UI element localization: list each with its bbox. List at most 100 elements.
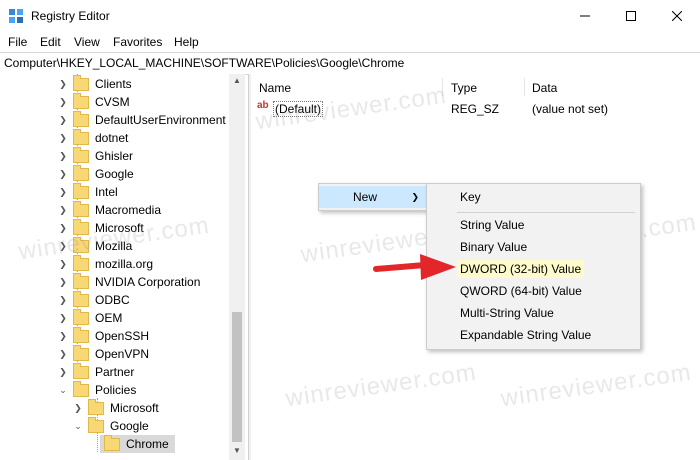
column-header-type[interactable]: Type <box>451 81 477 95</box>
tree-item-defaultuserenvironment[interactable]: ❯ DefaultUserEnvironment <box>57 110 226 129</box>
chevron-right-icon[interactable]: ❯ <box>57 363 69 381</box>
tree-item-label: Ghisler <box>95 149 134 163</box>
chevron-right-icon[interactable]: ❯ <box>57 309 69 327</box>
submenu-item-string-value[interactable]: String Value <box>427 214 640 236</box>
folder-icon <box>73 380 89 397</box>
chevron-right-icon[interactable]: ❯ <box>57 147 69 165</box>
tree-item-label: dotnet <box>95 131 129 145</box>
tree-item-policies-google[interactable]: ⌄ Google <box>72 416 149 435</box>
address-bar[interactable]: Computer\HKEY_LOCAL_MACHINE\SOFTWARE\Pol… <box>0 52 700 75</box>
submenu-item-label: Key <box>460 190 481 204</box>
tree-item-chrome[interactable]: Chrome <box>100 434 175 453</box>
submenu-item-label: QWORD (64-bit) Value <box>460 284 582 298</box>
tree-item-partner[interactable]: ❯ Partner <box>57 362 135 381</box>
tree-item-label: ODBC <box>95 293 130 307</box>
folder-icon <box>104 434 120 451</box>
tree-item-label: Google <box>110 419 149 433</box>
folder-icon <box>73 92 89 109</box>
folder-icon <box>73 344 89 361</box>
tree-item-label: CVSM <box>95 95 130 109</box>
key-tree: ❯ Clients ❯ CVSM ❯ DefaultUserEnvironment ❯… <box>0 74 245 460</box>
menu-favorites[interactable]: Favorites <box>113 35 162 49</box>
folder-icon <box>73 308 89 325</box>
tree-item-label: Clients <box>95 77 132 91</box>
title-bar: Registry Editor <box>0 0 700 32</box>
menu-bar: File Edit View Favorites Help <box>0 32 700 52</box>
menu-item-new[interactable]: New ❯ <box>319 186 427 208</box>
menu-file[interactable]: File <box>8 35 27 49</box>
tree-item-google[interactable]: ❯ Google <box>57 164 134 183</box>
column-header-data[interactable]: Data <box>532 81 557 95</box>
tree-item-cvsm[interactable]: ❯ CVSM <box>57 92 130 111</box>
tree-item-macromedia[interactable]: ❯ Macromedia <box>57 200 162 219</box>
tree-item-label: OpenVPN <box>95 347 150 361</box>
chevron-right-icon[interactable]: ❯ <box>57 183 69 201</box>
chevron-down-icon[interactable]: ⌄ <box>57 381 69 399</box>
maximize-button[interactable] <box>608 0 654 32</box>
chevron-right-icon[interactable]: ❯ <box>57 129 69 147</box>
submenu-item-key[interactable]: Key <box>427 186 640 208</box>
tree-item-label: OEM <box>95 311 123 325</box>
tree-item-label: Partner <box>95 365 135 379</box>
chevron-right-icon[interactable]: ❯ <box>57 327 69 345</box>
tree-item-label: Macromedia <box>95 203 162 217</box>
tree-item-openvpn[interactable]: ❯ OpenVPN <box>57 344 150 363</box>
menu-view[interactable]: View <box>74 35 100 49</box>
chevron-right-icon[interactable]: ❯ <box>57 75 69 93</box>
tree-item-nvidia[interactable]: ❯ NVIDIA Corporation <box>57 272 200 291</box>
tree-item-label: mozilla.org <box>95 257 154 271</box>
tree-item-label: OpenSSH <box>95 329 150 343</box>
scroll-up-icon[interactable]: ▲ <box>233 76 241 85</box>
window-title: Registry Editor <box>31 9 110 23</box>
tree-item-ghisler[interactable]: ❯ Ghisler <box>57 146 134 165</box>
folder-icon <box>73 200 89 217</box>
tree-item-policies[interactable]: ⌄ Policies <box>57 380 137 399</box>
tree-item-policies-microsoft[interactable]: ❯ Microsoft <box>72 398 159 417</box>
chevron-right-icon[interactable]: ❯ <box>57 165 69 183</box>
chevron-right-icon[interactable]: ❯ <box>57 345 69 363</box>
submenu-item-label: DWORD (32-bit) Value <box>457 260 585 278</box>
column-header-name[interactable]: Name <box>259 81 291 95</box>
column-divider[interactable] <box>524 78 525 96</box>
tree-item-openssh[interactable]: ❯ OpenSSH <box>57 326 150 345</box>
menu-separator <box>457 212 635 213</box>
address-path: Computer\HKEY_LOCAL_MACHINE\SOFTWARE\Pol… <box>4 56 405 70</box>
menu-edit[interactable]: Edit <box>40 35 61 49</box>
close-button[interactable] <box>654 0 700 32</box>
submenu-item-label: String Value <box>460 218 525 232</box>
folder-icon <box>73 254 89 271</box>
submenu-item-label: Multi-String Value <box>460 306 554 320</box>
chevron-right-icon[interactable]: ❯ <box>57 201 69 219</box>
tree-item-label: DefaultUserEnvironment <box>95 113 226 127</box>
folder-icon <box>73 182 89 199</box>
tree-item-intel[interactable]: ❯ Intel <box>57 182 118 201</box>
submenu-item-multi-string-value[interactable]: Multi-String Value <box>427 302 640 324</box>
chevron-right-icon[interactable]: ❯ <box>72 399 84 417</box>
tree-item-clients[interactable]: ❯ Clients <box>57 74 132 93</box>
menu-item-label: New <box>353 190 378 204</box>
tree-scrollbar[interactable]: ▲ ▼ <box>229 74 245 460</box>
submenu-item-label: Expandable String Value <box>460 328 592 342</box>
tree-item-oem[interactable]: ❯ OEM <box>57 308 123 327</box>
folder-icon <box>73 326 89 343</box>
chevron-right-icon[interactable]: ❯ <box>57 111 69 129</box>
scroll-thumb[interactable] <box>232 312 242 442</box>
chevron-right-icon[interactable]: ❯ <box>57 93 69 111</box>
menu-help[interactable]: Help <box>174 35 199 49</box>
minimize-button[interactable] <box>562 0 608 32</box>
folder-icon <box>73 164 89 181</box>
chevron-down-icon[interactable]: ⌄ <box>72 417 84 435</box>
tree-item-odbc[interactable]: ❯ ODBC <box>57 290 130 309</box>
tree-item-dotnet[interactable]: ❯ dotnet <box>57 128 129 147</box>
value-data: (value not set) <box>532 102 609 116</box>
chevron-right-icon[interactable]: ❯ <box>57 273 69 291</box>
context-menu: New ❯ <box>318 183 428 211</box>
chevron-right-icon[interactable]: ❯ <box>57 291 69 309</box>
folder-icon <box>73 362 89 379</box>
folder-icon <box>73 110 89 127</box>
tree-item-label: Policies <box>95 383 137 397</box>
scroll-down-icon[interactable]: ▼ <box>233 446 241 455</box>
submenu-item-label: Binary Value <box>460 240 528 254</box>
folder-icon <box>88 398 104 415</box>
submenu-item-expandable-string-value[interactable]: Expandable String Value <box>427 324 640 346</box>
